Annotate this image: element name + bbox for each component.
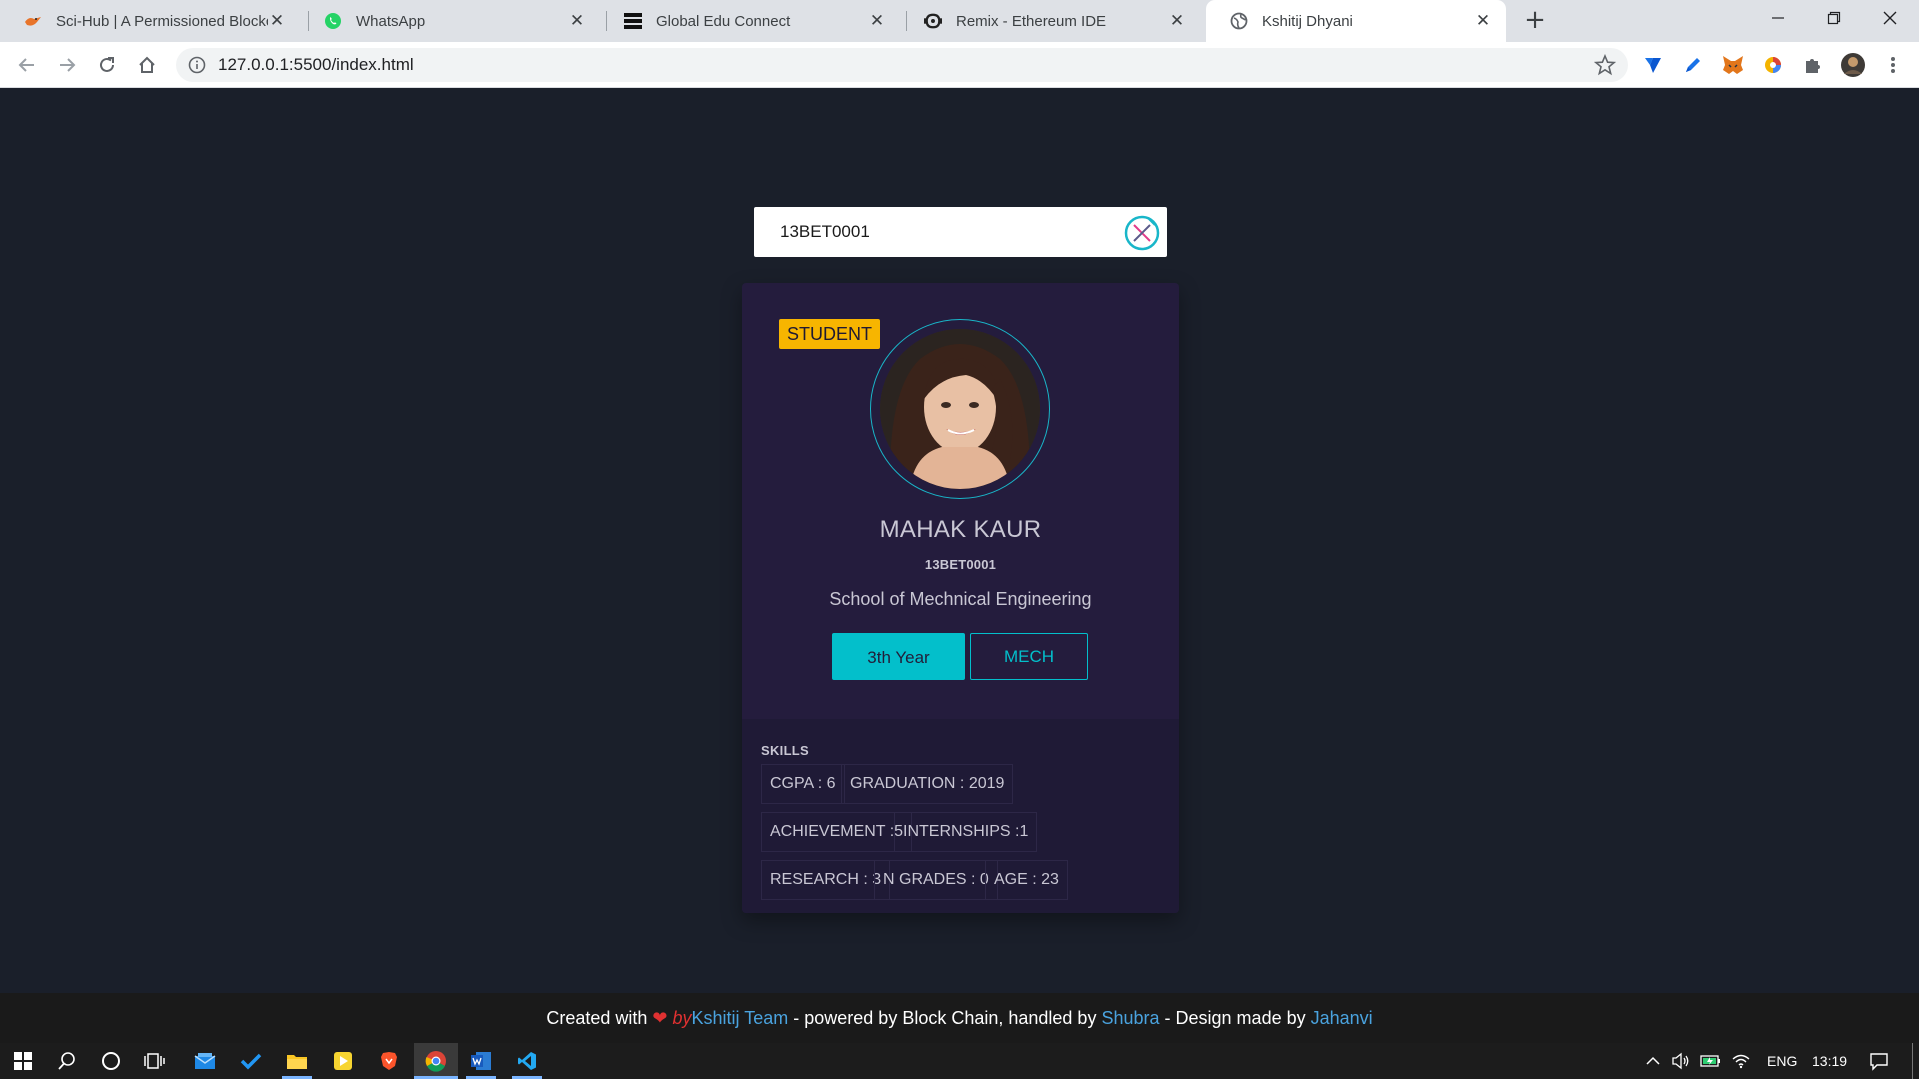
search-input[interactable] (754, 207, 1094, 257)
skills-section: SKILLS CGPA : 6 GRADUATION : 2019 ACHIEV… (742, 719, 1179, 913)
cortana-icon[interactable] (96, 1047, 126, 1075)
show-hidden-icons-chevron-icon[interactable] (1638, 1047, 1668, 1075)
menu-lines-icon (624, 12, 642, 30)
close-icon[interactable]: ✕ (1474, 12, 1492, 30)
metamask-fox-icon[interactable] (1720, 52, 1746, 78)
tab-remix[interactable]: Remix - Ethereum IDE ✕ (900, 0, 1200, 42)
clear-search-icon[interactable] (1123, 214, 1161, 252)
task-view-icon[interactable] (140, 1047, 170, 1075)
word-icon[interactable] (466, 1047, 496, 1075)
todo-check-icon[interactable] (236, 1047, 266, 1075)
skill-tag-internships: INTERNSHIPS :1 (894, 812, 1038, 852)
close-icon[interactable]: ✕ (1168, 12, 1186, 30)
skill-tag-graduation: GRADUATION : 2019 (841, 764, 1014, 804)
close-icon[interactable]: ✕ (568, 12, 586, 30)
tab-title: Remix - Ethereum IDE (956, 12, 1107, 30)
show-desktop-divider[interactable] (1912, 1043, 1913, 1079)
pen-extension-icon[interactable] (1680, 52, 1706, 78)
search-icon[interactable] (52, 1047, 82, 1075)
close-icon[interactable]: ✕ (868, 12, 886, 30)
footer-handler-link[interactable]: Shubra (1101, 1008, 1159, 1028)
footer-powered-text: - powered by Block Chain, handled by (793, 1008, 1097, 1028)
windows-start-icon[interactable] (8, 1047, 38, 1075)
forward-button[interactable] (52, 50, 82, 80)
address-bar[interactable]: 127.0.0.1:5500/index.html (176, 48, 1628, 82)
windows-taskbar: ENG 13:19 (0, 1043, 1919, 1079)
input-language[interactable]: ENG (1767, 1043, 1797, 1079)
wifi-icon[interactable] (1726, 1047, 1756, 1075)
battery-charging-icon[interactable] (1696, 1047, 1726, 1075)
notifications-icon[interactable] (1864, 1047, 1894, 1075)
tab-title: Kshitij Dhyani (1262, 12, 1353, 30)
globe-icon (1230, 12, 1248, 30)
skill-tag-age: AGE : 23 (985, 860, 1068, 900)
student-name: MAHAK KAUR (879, 516, 1042, 543)
close-window-button[interactable] (1862, 0, 1918, 36)
mail-icon[interactable] (190, 1047, 220, 1075)
close-icon[interactable]: ✕ (268, 12, 286, 30)
year-button[interactable]: 3th Year (832, 633, 965, 680)
tab-whatsapp[interactable]: WhatsApp ✕ (300, 0, 600, 42)
avatar-ring (870, 319, 1050, 499)
search-box (754, 207, 1167, 257)
profile-avatar-icon[interactable] (1840, 52, 1866, 78)
student-profile-card: STUDENT MAHAK KAUR 13BET0001 School of M… (742, 283, 1179, 913)
page-content: STUDENT MAHAK KAUR 13BET0001 Schoo (0, 89, 1919, 992)
tab-title: Sci-Hub | A Permissioned Blockch (56, 12, 268, 30)
skill-tag-n-grades: N GRADES : 0 (874, 860, 998, 900)
heart-icon: ❤ (652, 1008, 668, 1028)
tab-title: WhatsApp (356, 12, 426, 30)
reload-button[interactable] (92, 50, 122, 80)
minimize-button[interactable] (1750, 0, 1806, 36)
volume-icon[interactable] (1666, 1047, 1696, 1075)
footer-team-link[interactable]: Kshitij Team (692, 1008, 789, 1028)
footer-design-text: - Design made by (1164, 1008, 1306, 1028)
clock-time[interactable]: 13:19 (1812, 1043, 1847, 1079)
file-explorer-icon[interactable] (282, 1047, 312, 1075)
vscode-icon[interactable] (512, 1047, 542, 1075)
footer-by: by (672, 1008, 692, 1028)
remix-icon (924, 12, 942, 30)
role-badge: STUDENT (779, 319, 880, 349)
back-button[interactable] (12, 50, 42, 80)
chrome-icon[interactable] (421, 1047, 451, 1075)
tab-title: Global Edu Connect (656, 12, 791, 30)
home-button[interactable] (132, 50, 162, 80)
whatsapp-icon (324, 12, 342, 30)
new-tab-button[interactable]: + (1520, 6, 1550, 36)
url-text: 127.0.0.1:5500/index.html (218, 55, 414, 74)
page-footer: Created with ❤ byKshitij Team - powered … (0, 993, 1919, 1043)
info-icon[interactable] (188, 56, 206, 74)
browser-tab-strip: Sci-Hub | A Permissioned Blockch ✕ Whats… (0, 0, 1919, 42)
vpn-extension-icon[interactable] (1640, 52, 1666, 78)
browser-menu-icon[interactable] (1880, 52, 1906, 78)
tab-global-edu-connect[interactable]: Global Edu Connect ✕ (600, 0, 900, 42)
avatar (880, 329, 1040, 489)
skill-tag-achievement: ACHIEVEMENT :5 (761, 812, 913, 852)
colorful-extension-icon[interactable] (1760, 52, 1786, 78)
footer-designer-link[interactable]: Jahanvi (1311, 1008, 1373, 1028)
scihub-raven-icon (24, 12, 42, 30)
skill-tag-research: RESEARCH : 3 (761, 860, 891, 900)
skills-title: SKILLS (761, 743, 810, 758)
tab-kshitij-dhyani[interactable]: Kshitij Dhyani ✕ (1206, 0, 1506, 42)
brave-browser-icon[interactable] (374, 1047, 404, 1075)
footer-created-with: Created with (546, 1008, 648, 1028)
browser-toolbar: 127.0.0.1:5500/index.html (0, 42, 1919, 88)
school-name: School of Mechnical Engineering (829, 589, 1092, 609)
tab-scihub[interactable]: Sci-Hub | A Permissioned Blockch ✕ (0, 0, 300, 42)
bookmark-star-icon[interactable] (1593, 53, 1617, 76)
student-roll-number: 13BET0001 (924, 557, 997, 572)
department-button[interactable]: MECH (970, 633, 1088, 680)
puzzle-extensions-icon[interactable] (1800, 52, 1826, 78)
skill-tag-cgpa: CGPA : 6 (761, 764, 845, 804)
media-player-icon[interactable] (328, 1047, 358, 1075)
restore-button[interactable] (1806, 0, 1862, 36)
